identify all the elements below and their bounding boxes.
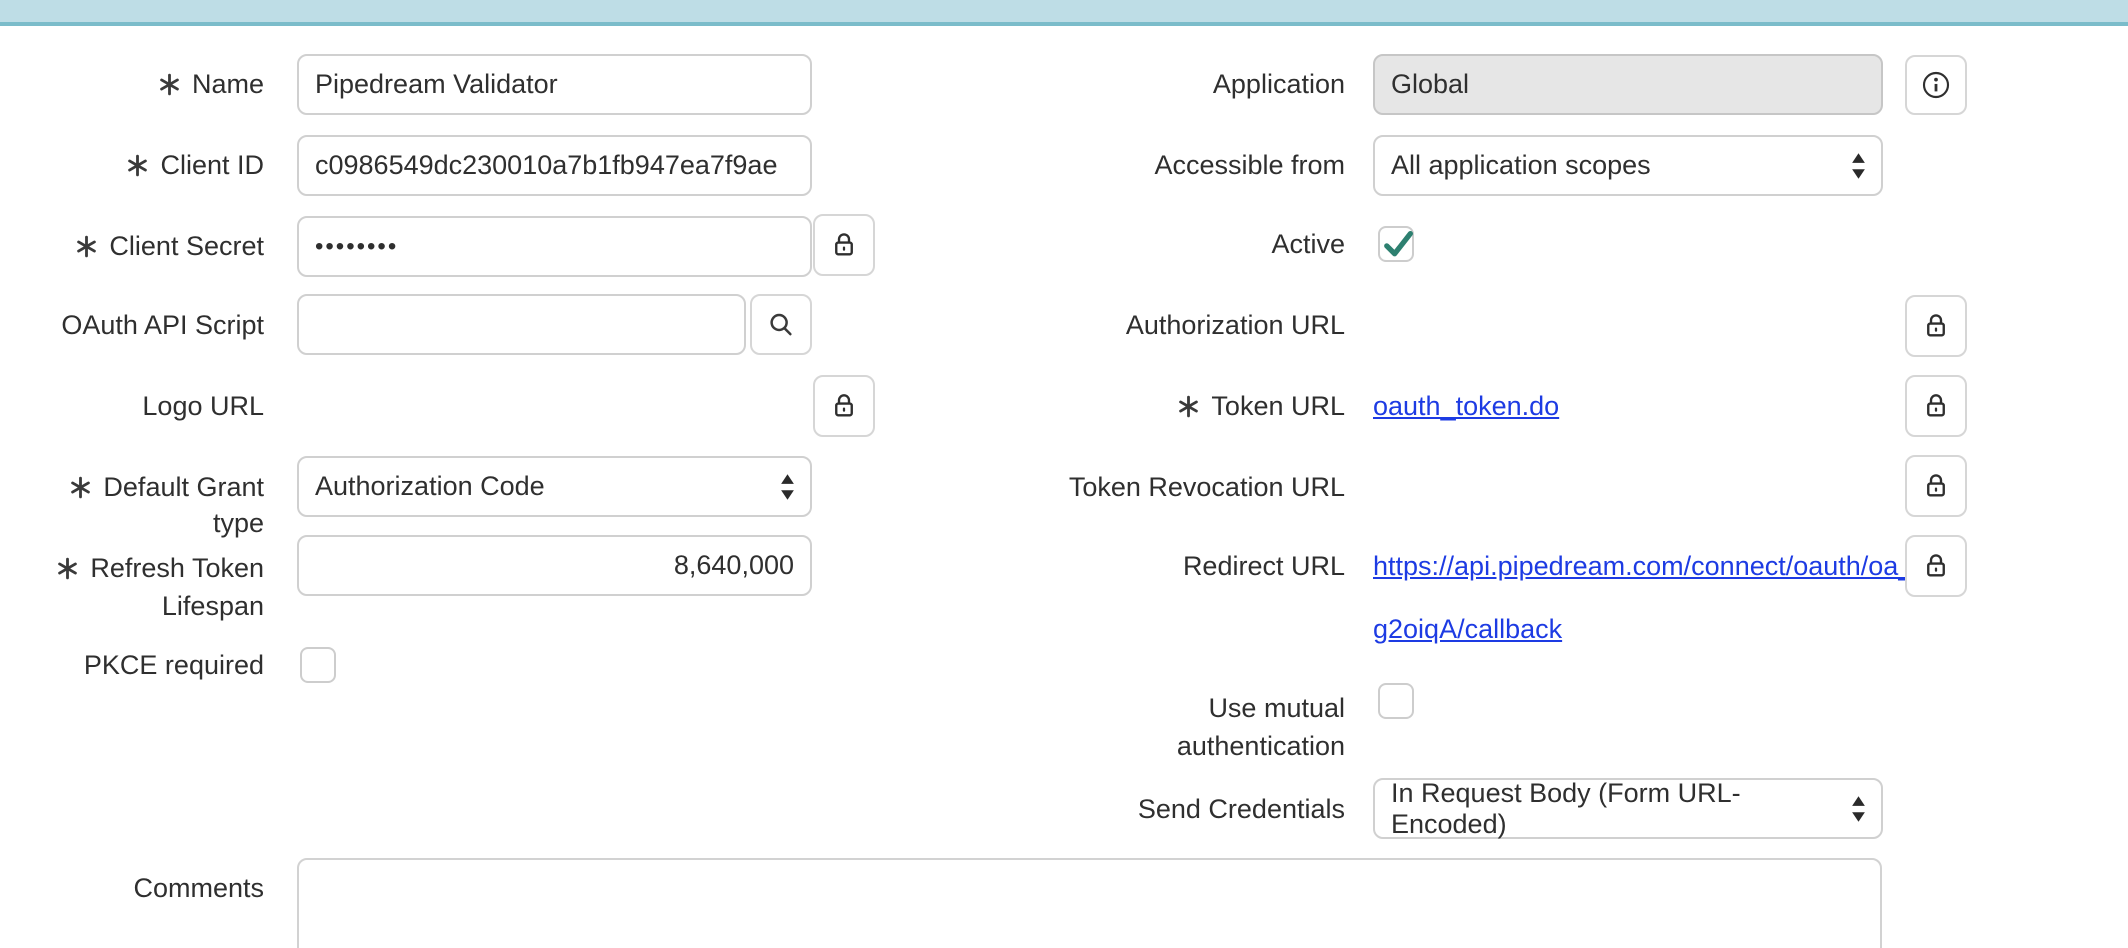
required-icon	[68, 475, 93, 500]
select-stepper-icon	[1850, 795, 1867, 823]
token-url-label: Token URL	[1040, 388, 1345, 424]
client-id-input[interactable]	[297, 135, 812, 196]
redirect-url-label: Redirect URL	[1040, 548, 1345, 584]
info-icon	[1920, 69, 1952, 101]
pkce-required-checkbox[interactable]	[300, 647, 336, 683]
search-icon	[766, 310, 796, 340]
redirect-url-lock-button[interactable]	[1905, 535, 1967, 597]
pkce-required-label: PKCE required	[10, 647, 264, 683]
required-icon	[125, 153, 150, 178]
active-label: Active	[1040, 226, 1345, 262]
redirect-url-link-line1[interactable]: https://api.pipedream.com/connect/oauth/…	[1373, 548, 1913, 584]
checkmark-icon	[1378, 224, 1420, 266]
redirect-url-link-line2[interactable]: g2oiqA/callback	[1373, 611, 1562, 647]
name-input[interactable]	[297, 54, 812, 115]
oauth-api-script-lookup-button[interactable]	[750, 294, 812, 355]
application-label: Application	[1040, 66, 1345, 102]
client-id-label: Client ID	[10, 147, 264, 183]
refresh-token-lifespan-input[interactable]	[297, 535, 812, 596]
select-stepper-icon	[1850, 152, 1867, 180]
form-header-bar	[0, 0, 2128, 26]
lock-icon	[829, 230, 859, 260]
client-secret-input[interactable]	[297, 216, 812, 277]
application-info-button[interactable]	[1905, 55, 1967, 115]
lock-icon	[1921, 471, 1951, 501]
refresh-token-lifespan-label: Refresh Token Lifespan	[10, 549, 264, 625]
send-credentials-select[interactable]: In Request Body (Form URL-Encoded)	[1373, 778, 1883, 839]
accessible-from-label: Accessible from	[1040, 147, 1345, 183]
oauth-api-script-label: OAuth API Script	[10, 307, 264, 343]
logo-url-label: Logo URL	[10, 388, 264, 424]
required-icon	[157, 72, 182, 97]
token-revocation-url-lock-button[interactable]	[1905, 455, 1967, 517]
default-grant-type-select[interactable]: Authorization Code	[297, 456, 812, 517]
default-grant-type-label: Default Grant type	[10, 469, 264, 541]
token-revocation-url-label: Token Revocation URL	[1040, 469, 1345, 505]
lock-icon	[1921, 551, 1951, 581]
oauth-application-registry-form: Name Client ID Client Secret OAuth API S…	[0, 0, 2128, 948]
application-input	[1373, 54, 1883, 115]
use-mutual-authentication-checkbox[interactable]	[1378, 683, 1414, 719]
oauth-api-script-input[interactable]	[297, 294, 746, 355]
lock-icon	[1921, 391, 1951, 421]
lock-icon	[829, 391, 859, 421]
active-checkbox[interactable]	[1378, 226, 1414, 262]
authorization-url-lock-button[interactable]	[1905, 295, 1967, 357]
client-secret-label: Client Secret	[10, 228, 264, 264]
select-stepper-icon	[779, 473, 796, 501]
send-credentials-label: Send Credentials	[1040, 791, 1345, 827]
comments-label: Comments	[10, 870, 264, 906]
required-icon	[55, 556, 80, 581]
authorization-url-label: Authorization URL	[1040, 307, 1345, 343]
lock-icon	[1921, 311, 1951, 341]
comments-textarea[interactable]	[297, 858, 1882, 948]
required-icon	[74, 234, 99, 259]
required-icon	[1176, 394, 1201, 419]
name-label: Name	[10, 66, 264, 102]
accessible-from-select[interactable]: All application scopes	[1373, 135, 1883, 196]
use-mutual-authentication-label: Use mutual authentication	[1040, 689, 1345, 765]
token-url-link[interactable]: oauth_token.do	[1373, 388, 1559, 424]
logo-url-lock-button[interactable]	[813, 375, 875, 437]
client-secret-lock-button[interactable]	[813, 214, 875, 276]
token-url-lock-button[interactable]	[1905, 375, 1967, 437]
